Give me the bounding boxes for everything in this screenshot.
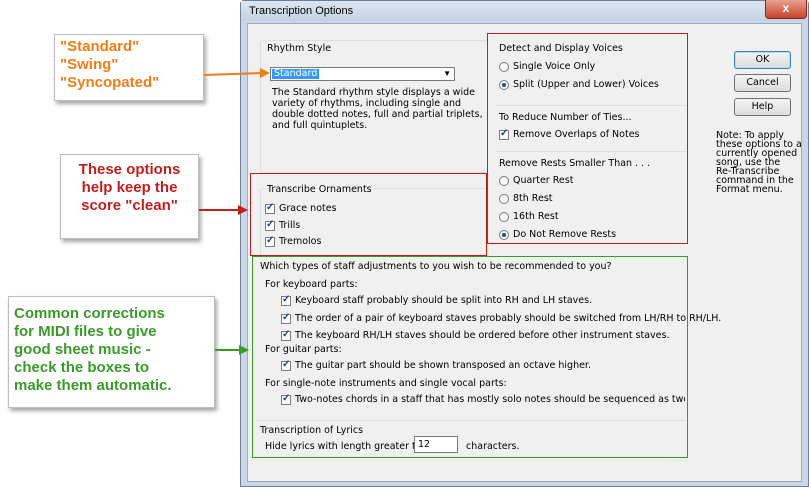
orange-arrow-icon: [203, 68, 270, 78]
green-arrow-icon: [215, 345, 249, 355]
callout-arrows: [199, 68, 270, 355]
red-arrow-icon: [199, 205, 248, 215]
